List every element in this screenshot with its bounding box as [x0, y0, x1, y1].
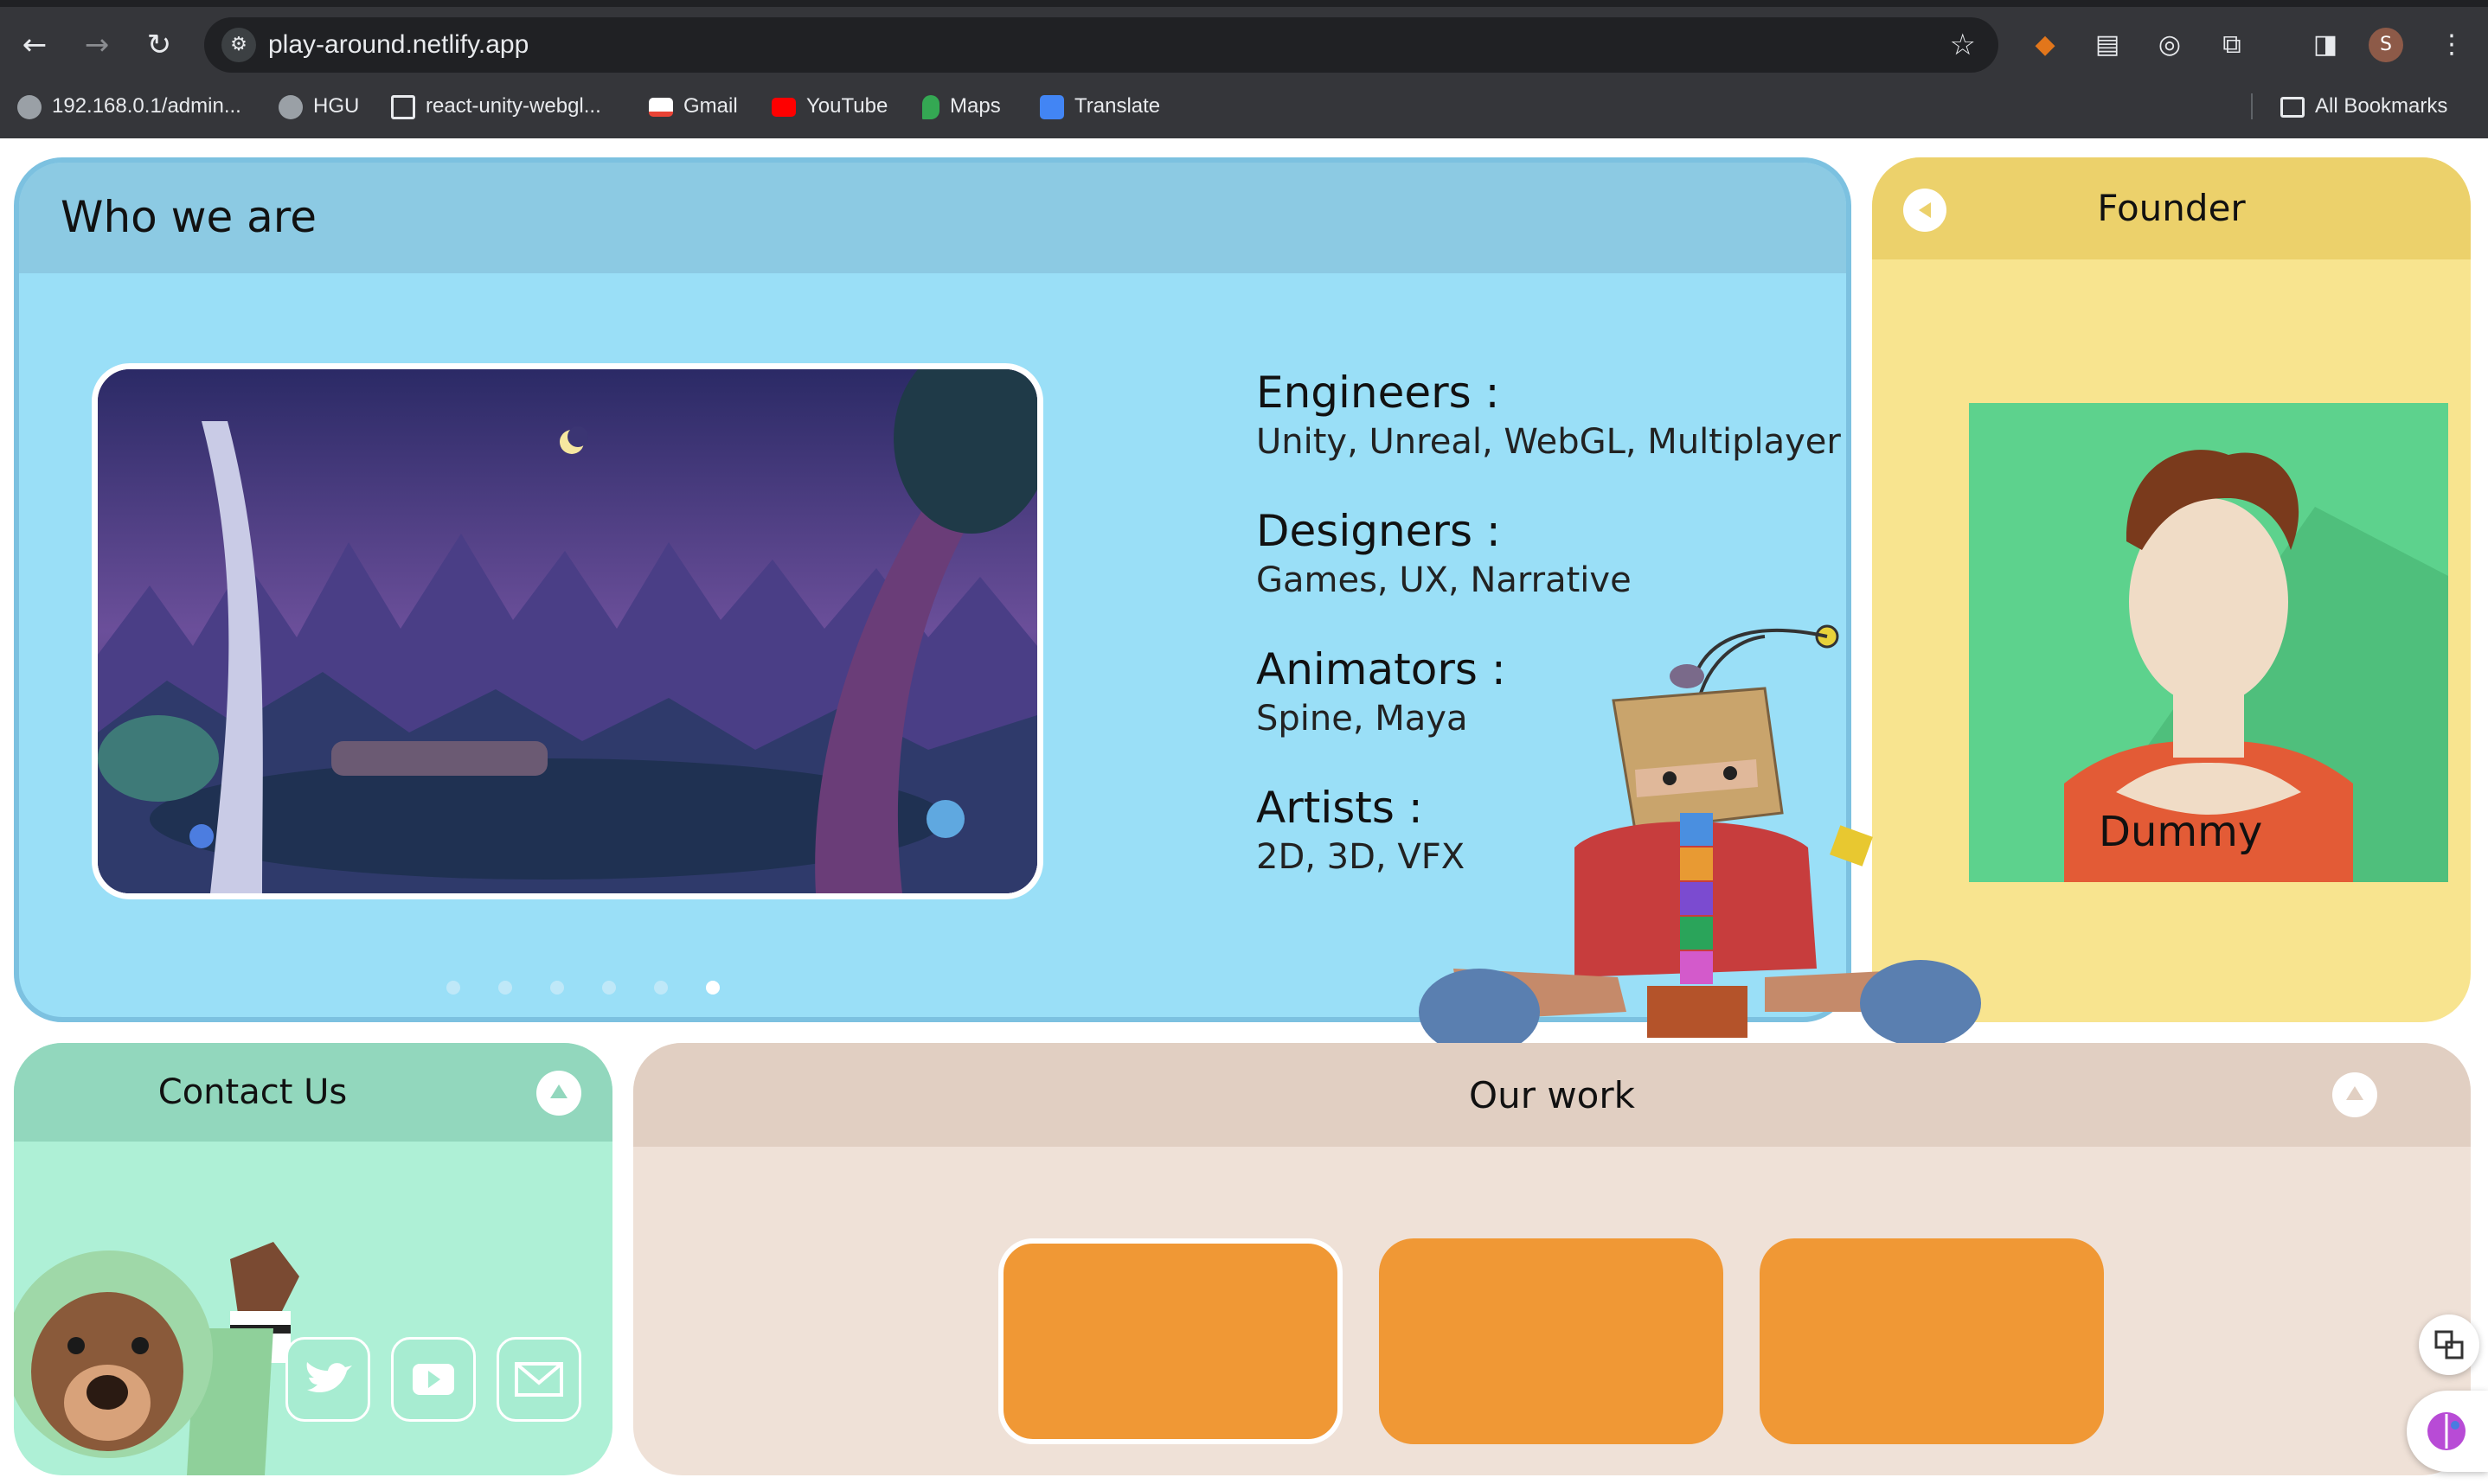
youtube-icon: [772, 97, 796, 117]
translate-widget-button[interactable]: [2419, 1314, 2479, 1375]
contact-us-header: Contact Us: [14, 1043, 612, 1142]
tab-strip: [0, 0, 2488, 7]
folder-icon: [2280, 96, 2305, 118]
contact-us-panel: Contact Us: [14, 1043, 612, 1475]
forward-icon[interactable]: →: [78, 26, 116, 64]
url-text[interactable]: play-around.netlify.app: [268, 17, 529, 73]
assistant-widget-button[interactable]: [2407, 1391, 2488, 1472]
back-icon[interactable]: ←: [16, 26, 54, 64]
side-panel-icon[interactable]: ◨: [2308, 28, 2343, 62]
twitter-button[interactable]: [285, 1337, 370, 1422]
work-card[interactable]: [1760, 1238, 2104, 1444]
triangle-up-icon: [550, 1084, 567, 1098]
triangle-up-icon: [2346, 1086, 2363, 1100]
bear-mascot: [14, 1242, 299, 1475]
bookmark-item[interactable]: Gmail: [649, 74, 738, 138]
page-icon: [391, 94, 415, 119]
who-we-are-header: Who we are: [19, 163, 1846, 273]
address-bar[interactable]: ⚙ play-around.netlify.app ☆: [204, 17, 1998, 73]
forest-night-illustration: [98, 369, 1037, 893]
our-work-title: Our work: [1469, 1074, 1635, 1116]
collapse-left-button[interactable]: [1903, 189, 1946, 232]
role-value-engineers: Unity, Unreal, WebGL, Multiplayer: [1256, 422, 1841, 462]
reload-icon[interactable]: ↻: [140, 26, 178, 64]
work-card[interactable]: [1379, 1238, 1723, 1444]
carousel-dot-active[interactable]: [706, 981, 720, 995]
globe-icon: [279, 94, 303, 119]
translate-icon: [1040, 94, 1064, 119]
metamask-extension-icon[interactable]: ◆: [2028, 28, 2062, 62]
founder-photo: Dummy: [1969, 403, 2448, 882]
brain-icon: [2427, 1412, 2466, 1450]
globe-icon: [17, 94, 42, 119]
bookmarks-bar: 192.168.0.1/admin... HGU react-unity-web…: [0, 74, 2488, 139]
carousel-dot[interactable]: [602, 981, 616, 995]
founder-header: Founder: [1872, 157, 2471, 259]
mail-button[interactable]: [497, 1337, 581, 1422]
contact-us-title: Contact Us: [157, 1072, 348, 1112]
bookmark-item[interactable]: Translate: [1040, 74, 1160, 138]
bookmark-item[interactable]: YouTube: [772, 74, 888, 138]
collapse-up-button[interactable]: [2332, 1072, 2377, 1117]
youtube-button[interactable]: [391, 1337, 476, 1422]
work-card[interactable]: [998, 1238, 1343, 1444]
browser-toolbar: ← → ↻ ⚙ play-around.netlify.app ☆ ◆ ▤ ◎ …: [0, 7, 2488, 74]
all-bookmarks-button[interactable]: All Bookmarks: [2280, 74, 2447, 138]
carousel-dot[interactable]: [550, 981, 564, 995]
translate-icon: [2434, 1330, 2464, 1359]
collapse-up-button[interactable]: [536, 1071, 581, 1116]
profile-avatar[interactable]: S: [2369, 28, 2403, 62]
extension-icon[interactable]: ▤: [2090, 28, 2125, 62]
bookmark-star-icon[interactable]: ☆: [1950, 17, 1976, 73]
carousel-slide[interactable]: [92, 363, 1043, 899]
triangle-left-icon: [1919, 202, 1931, 218]
twitter-icon: [306, 1362, 352, 1393]
menu-icon[interactable]: ⋮: [2434, 28, 2469, 62]
our-work-panel: Our work: [633, 1043, 2471, 1475]
carousel-dot[interactable]: [446, 981, 460, 995]
founder-title: Founder: [2097, 187, 2246, 229]
carousel-dot[interactable]: [654, 981, 668, 995]
bookmark-item[interactable]: react-unity-webgl...: [391, 74, 601, 138]
target-extension-icon[interactable]: ◎: [2152, 28, 2187, 62]
gmail-icon: [649, 97, 673, 117]
bookmark-item[interactable]: Maps: [922, 74, 1001, 138]
founder-name: Dummy: [2099, 808, 2263, 856]
extensions-puzzle-icon[interactable]: ⧉: [2215, 28, 2249, 62]
our-work-header: Our work: [633, 1043, 2471, 1147]
role-heading-engineers: Engineers :: [1256, 368, 1500, 418]
bookmark-item[interactable]: 192.168.0.1/admin...: [17, 74, 241, 138]
maps-icon: [922, 94, 939, 119]
site-info-icon[interactable]: ⚙: [221, 28, 256, 62]
mail-icon: [515, 1362, 563, 1397]
page-content: Who we are Engineers: Unity, Unreal, We…: [0, 138, 2488, 1484]
carousel-dot[interactable]: [498, 981, 512, 995]
bookmark-item[interactable]: HGU: [279, 74, 359, 138]
bookmarks-divider: [2251, 93, 2253, 119]
youtube-icon: [413, 1364, 454, 1395]
who-we-are-title: Who we are: [61, 192, 317, 242]
